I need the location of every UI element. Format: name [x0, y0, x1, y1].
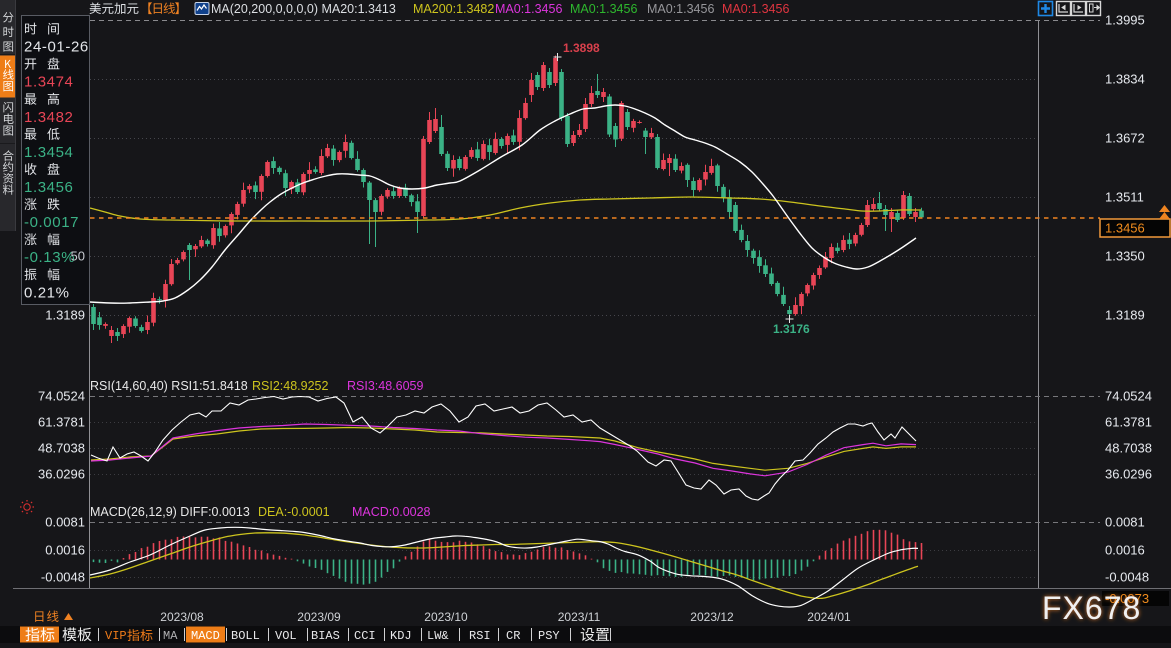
svg-text:48.7038: 48.7038	[1105, 441, 1152, 456]
svg-text:RSI2:48.9252: RSI2:48.9252	[252, 379, 328, 393]
svg-text:MA0:1.3456: MA0:1.3456	[722, 2, 789, 16]
svg-text:MA0:1.3456: MA0:1.3456	[570, 2, 637, 16]
svg-text:0.0081: 0.0081	[1105, 515, 1145, 530]
svg-text:CR: CR	[506, 629, 520, 643]
svg-text:1.3189: 1.3189	[1105, 308, 1145, 323]
svg-text:2023/08: 2023/08	[160, 610, 204, 624]
svg-text:1.3474: 1.3474	[24, 74, 73, 91]
svg-text:0.21%: 0.21%	[24, 284, 70, 301]
svg-text:-0.0048: -0.0048	[1105, 570, 1149, 585]
svg-text:36.0296: 36.0296	[38, 467, 85, 482]
svg-text:PSY: PSY	[538, 629, 560, 643]
svg-text:-0.13%: -0.13%	[24, 249, 75, 266]
svg-text:1.3898: 1.3898	[563, 41, 600, 55]
svg-text:1.3482: 1.3482	[24, 109, 73, 126]
svg-text:1.3176: 1.3176	[773, 322, 810, 336]
svg-text:1.3995: 1.3995	[1105, 13, 1145, 28]
svg-text:MA0:1.3456: MA0:1.3456	[647, 2, 714, 16]
svg-text:MACD(26,12,9) DIFF:0.0013: MACD(26,12,9) DIFF:0.0013	[90, 505, 250, 519]
svg-text:0.0081: 0.0081	[45, 515, 85, 530]
svg-text:-0.0017: -0.0017	[24, 214, 79, 231]
svg-text:MA(20,200,0,0,0,0) MA20:1.3413: MA(20,200,0,0,0,0) MA20:1.3413	[211, 2, 396, 16]
svg-text:LW&: LW&	[427, 629, 449, 643]
svg-text:1.3189: 1.3189	[45, 308, 85, 323]
svg-text:24-01-26: 24-01-26	[24, 39, 89, 56]
svg-text:MA200:1.3482: MA200:1.3482	[413, 2, 494, 16]
svg-text:BIAS: BIAS	[311, 629, 340, 643]
svg-text:VOL: VOL	[275, 629, 297, 643]
svg-text:0.0016: 0.0016	[45, 543, 85, 558]
svg-text:-0.0048: -0.0048	[41, 570, 85, 585]
svg-text:74.0524: 74.0524	[38, 389, 85, 404]
svg-text:1.3456: 1.3456	[24, 179, 73, 196]
svg-text:2023/09: 2023/09	[297, 610, 341, 624]
svg-text:BOLL: BOLL	[231, 629, 260, 643]
svg-text:RSI: RSI	[469, 629, 491, 643]
svg-text:1.3454: 1.3454	[24, 144, 73, 161]
svg-text:RSI(14,60,40) RSI1:51.8418: RSI(14,60,40) RSI1:51.8418	[90, 379, 248, 393]
svg-text:MA0:1.3456: MA0:1.3456	[495, 2, 562, 16]
svg-text:MACD:0.0028: MACD:0.0028	[352, 505, 431, 519]
svg-text:2024/01: 2024/01	[807, 610, 851, 624]
svg-text:36.0296: 36.0296	[1105, 467, 1152, 482]
svg-text:2023/10: 2023/10	[424, 610, 468, 624]
svg-text:RSI3:48.6059: RSI3:48.6059	[347, 379, 423, 393]
svg-text:2023/12: 2023/12	[690, 610, 734, 624]
svg-text:1.3834: 1.3834	[1105, 72, 1145, 87]
svg-text:1.3672: 1.3672	[1105, 131, 1145, 146]
svg-text:1.3456: 1.3456	[1105, 221, 1145, 236]
svg-text:MA: MA	[163, 629, 178, 643]
svg-text:74.0524: 74.0524	[1105, 389, 1152, 404]
svg-text:0.0016: 0.0016	[1105, 543, 1145, 558]
svg-text:FX678: FX678	[1042, 590, 1141, 626]
svg-text:CCI: CCI	[354, 629, 376, 643]
svg-text:DEA:-0.0001: DEA:-0.0001	[258, 505, 330, 519]
svg-text:1.3350: 1.3350	[1105, 249, 1145, 264]
svg-text:KDJ: KDJ	[390, 629, 412, 643]
svg-text:MACD: MACD	[191, 629, 220, 643]
svg-text:VIP: VIP	[105, 629, 127, 643]
svg-text:61.3781: 61.3781	[1105, 415, 1152, 430]
svg-text:48.7038: 48.7038	[38, 441, 85, 456]
svg-text:2023/11: 2023/11	[558, 610, 601, 624]
svg-text:1.3511: 1.3511	[1105, 190, 1144, 205]
svg-text:61.3781: 61.3781	[38, 415, 85, 430]
